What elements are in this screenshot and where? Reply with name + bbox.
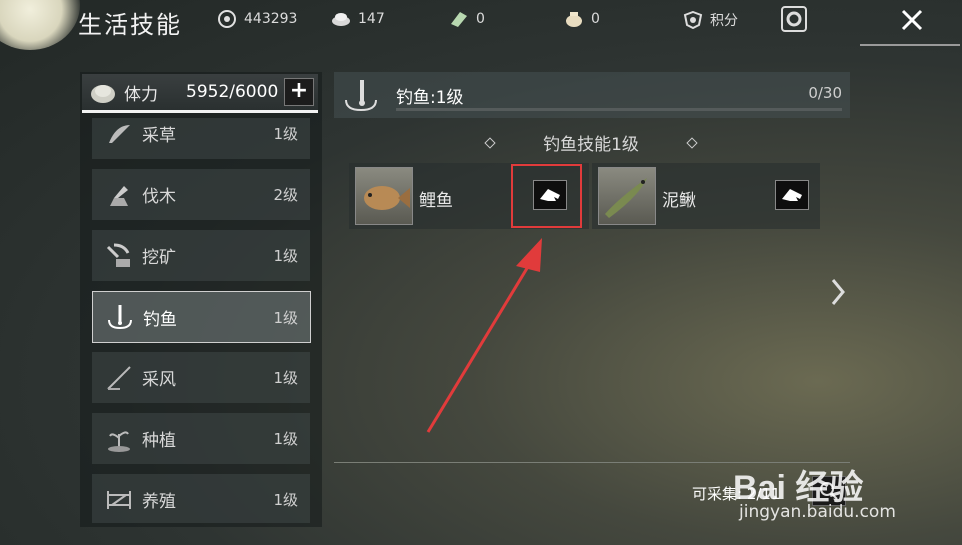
stat-coin: 443293 [216, 10, 297, 28]
collect-glove-button[interactable] [775, 180, 809, 210]
highlight-box [511, 164, 582, 228]
top-bar: 生活技能 443293 147 0 0 积分 [0, 0, 962, 40]
skill-level: 1级 [273, 247, 298, 265]
plant-icon [108, 430, 130, 452]
loach-icon [605, 178, 647, 218]
stat-silver-value: 147 [358, 11, 385, 27]
fish-name: 鲤鱼 [419, 191, 453, 211]
axe-icon [110, 185, 128, 206]
silver-icon [332, 13, 350, 26]
skill-name: 钓鱼 [143, 309, 177, 330]
skill-item-planting[interactable]: 种植 1级 [92, 413, 310, 464]
fish-card-loach[interactable]: 泥鳅 [592, 163, 820, 229]
skill-name: 伐木 [142, 187, 176, 207]
skill-list[interactable]: 采草 1级 伐木 2级 挖矿 1级 钓鱼 1级 采风 1级 种植 1级 养殖 1… [92, 118, 312, 523]
diamond-icon [484, 136, 496, 149]
skill-item-herb[interactable]: 采草 1级 [92, 118, 310, 159]
carp-icon [364, 186, 410, 210]
skill-progress-text: 0/30 [808, 84, 842, 102]
farm-icon [107, 490, 131, 509]
skill-level: 1级 [273, 491, 298, 509]
stat-pouch-value: 0 [591, 11, 600, 27]
stat-ticket: 0 [448, 10, 485, 28]
points-label: 积分 [710, 13, 738, 29]
pickaxe-icon [106, 243, 130, 267]
skill-level: 1级 [273, 430, 298, 448]
skill-item-mining[interactable]: 挖矿 1级 [92, 230, 310, 281]
skill-name: 养殖 [142, 492, 176, 512]
carp-thumbnail [355, 167, 413, 225]
skill-level: 2级 [273, 186, 298, 204]
skill-item-wind[interactable]: 采风 1级 [92, 352, 310, 403]
wind-icon [107, 365, 131, 390]
watermark-url: jingyan.baidu.com [739, 502, 896, 522]
fishing-icon [345, 80, 377, 112]
stamina-bar: 体力 5952/6000 + [82, 74, 318, 113]
skill-level: 1级 [273, 125, 298, 143]
skill-level: 1级 [273, 369, 298, 387]
skill-name: 挖矿 [142, 248, 176, 268]
close-icon [901, 9, 923, 31]
glove-icon [782, 189, 802, 201]
add-stamina-button[interactable]: + [284, 78, 314, 106]
top-divider [860, 44, 960, 46]
stat-pouch: 0 [563, 10, 600, 28]
watermark: Bai 经验 jingyan.baidu.com [733, 440, 933, 530]
stat-ticket-value: 0 [476, 11, 485, 27]
skill-header: 钓鱼:1级 0/30 [334, 72, 850, 118]
skill-name: 采风 [142, 370, 176, 390]
fishing-icon [108, 305, 132, 330]
skill-header-title: 钓鱼:1级 [396, 88, 464, 108]
next-page-arrow-icon[interactable] [830, 278, 846, 306]
skill-name: 种植 [142, 431, 176, 451]
skill-item-fishing[interactable]: 钓鱼 1级 [92, 291, 311, 343]
skill-level: 1级 [273, 308, 298, 327]
section-title: 钓鱼技能1级 [484, 130, 698, 155]
skill-item-farming[interactable]: 养殖 1级 [92, 474, 310, 523]
fish-name: 泥鳅 [662, 191, 696, 211]
stamina-value: 5952/6000 [186, 82, 279, 102]
skill-name: 采草 [142, 126, 176, 146]
stat-coin-value: 443293 [244, 11, 298, 27]
coin-icon [218, 10, 236, 28]
herb-icon [109, 124, 130, 143]
close-button[interactable] [890, 2, 934, 38]
shield-icon [683, 11, 703, 29]
ticket-icon [451, 12, 467, 27]
stamina-icon [91, 85, 115, 103]
stat-silver: 147 [330, 10, 385, 28]
skill-item-logging[interactable]: 伐木 2级 [92, 169, 310, 220]
stamina-label: 体力 [124, 84, 158, 105]
page-title: 生活技能 [78, 11, 182, 39]
pouch-icon [566, 12, 582, 27]
diamond-icon [686, 136, 698, 149]
red-arrow [426, 238, 542, 433]
skill-progress-bar [396, 108, 842, 111]
settings-gear-icon[interactable] [779, 5, 809, 33]
points-button[interactable]: 积分 [682, 10, 738, 30]
loach-thumbnail [598, 167, 656, 225]
section-title-text: 钓鱼技能1级 [543, 135, 639, 155]
